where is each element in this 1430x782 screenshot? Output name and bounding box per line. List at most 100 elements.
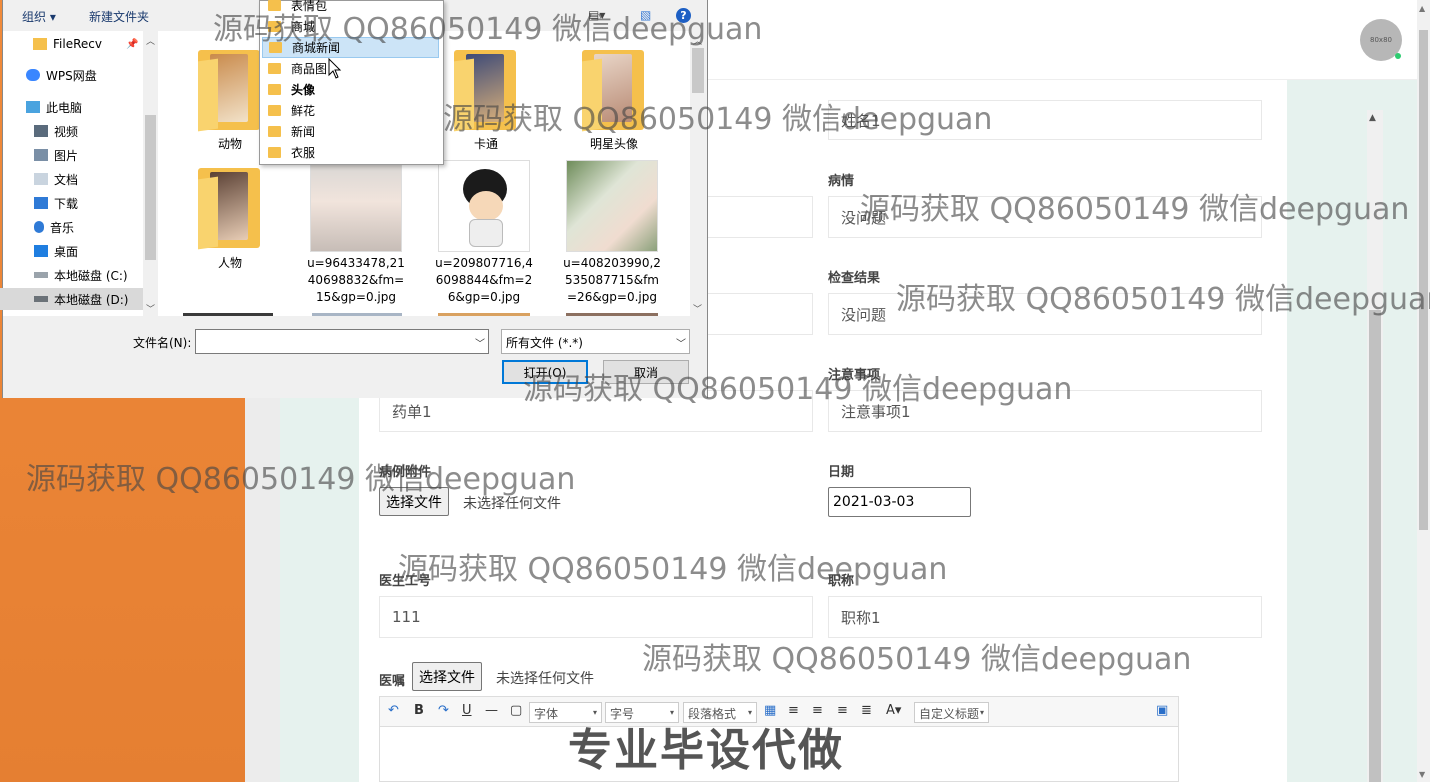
file-list-scrollbar-thumb[interactable] bbox=[692, 48, 704, 93]
nav-label: FileRecv bbox=[53, 37, 102, 51]
nav-scroll-down-icon[interactable]: ﹀ bbox=[146, 302, 155, 315]
image-thumbnail[interactable] bbox=[438, 160, 530, 252]
fullscreen-icon[interactable]: ▣ bbox=[1156, 703, 1168, 718]
title-value: 职称1 bbox=[841, 608, 881, 627]
organize-button[interactable]: 组织 ▾ bbox=[22, 8, 56, 25]
dropdown-item[interactable]: 新闻 bbox=[262, 121, 439, 142]
file-item-label[interactable]: 明星头像 bbox=[554, 136, 674, 153]
folder-icon bbox=[268, 147, 281, 158]
folder-icon bbox=[268, 84, 281, 95]
redo-icon[interactable]: ↷ bbox=[438, 703, 449, 718]
underline-button[interactable]: U bbox=[462, 703, 472, 718]
scroll-up-arrow-icon[interactable]: ▲ bbox=[1369, 113, 1376, 123]
nav-label: 图片 bbox=[54, 148, 79, 163]
dropdown-item[interactable]: 头像 bbox=[262, 79, 439, 100]
filetype-select[interactable]: 所有文件 (*.*) bbox=[501, 329, 690, 354]
nav-label: 音乐 bbox=[50, 220, 75, 235]
nav-item-drive-d[interactable]: 本地磁盘 (D:) bbox=[0, 288, 143, 310]
nav-item-this-pc[interactable]: 此电脑 bbox=[0, 96, 143, 118]
image-thumbnail[interactable] bbox=[310, 160, 402, 252]
nav-item-desktop[interactable]: 桌面 bbox=[0, 240, 143, 262]
video-icon bbox=[34, 125, 48, 137]
date-value: 2021-03-03 bbox=[833, 494, 915, 510]
date-label: 日期 bbox=[828, 465, 855, 480]
nav-item-downloads[interactable]: 下载 bbox=[0, 192, 143, 214]
condition-label: 病情 bbox=[828, 174, 855, 189]
folder-thumbnail[interactable] bbox=[198, 168, 260, 250]
online-status-dot bbox=[1395, 53, 1401, 59]
advice-no-file-text: 未选择任何文件 bbox=[496, 671, 594, 687]
dropdown-item[interactable]: 衣服 bbox=[262, 142, 439, 163]
watermark-text: 源码获取 QQ86050149 微信deepguan bbox=[398, 552, 948, 587]
avatar-placeholder-text: 80x80 bbox=[1370, 36, 1392, 44]
font-select-text: 字体 bbox=[534, 707, 559, 721]
form-scrollbar-thumb[interactable] bbox=[1369, 310, 1381, 782]
watermark-text: 源码获取 QQ86050149 微信deepguan bbox=[523, 372, 1073, 407]
chevron-down-icon[interactable]: ﹀ bbox=[475, 335, 485, 350]
nav-label: 文档 bbox=[54, 172, 79, 187]
bold-button[interactable]: B bbox=[414, 703, 424, 718]
watermark-banner: 专业毕设代做 bbox=[568, 725, 844, 776]
title-input[interactable]: 职称1 bbox=[828, 596, 1262, 638]
nav-item-music[interactable]: 音乐 bbox=[0, 216, 143, 238]
undo-icon[interactable]: ↶ bbox=[388, 703, 399, 718]
font-color-letter: A bbox=[886, 703, 895, 718]
custom-heading-text: 自定义标题 bbox=[919, 707, 980, 721]
watermark-text: 源码获取 QQ86050149 微信deepguan bbox=[896, 282, 1430, 317]
navigation-scrollbar-thumb[interactable] bbox=[145, 115, 156, 260]
file-item-label[interactable]: u=209807716,4 6098844&fm=2 6&gp=0.jpg bbox=[424, 255, 544, 306]
dropdown-item[interactable]: 商品图 bbox=[262, 58, 439, 79]
font-color-button[interactable]: A▾ bbox=[886, 703, 901, 718]
cloud-icon bbox=[26, 69, 40, 81]
custom-heading-select[interactable]: 自定义标题 ▾ bbox=[914, 702, 989, 723]
nav-item-wps-cloud[interactable]: WPS网盘 bbox=[0, 64, 143, 86]
nav-label: 此电脑 bbox=[46, 100, 83, 115]
mouse-cursor-icon bbox=[328, 58, 342, 79]
nav-scroll-up-icon[interactable]: ︿ bbox=[146, 34, 155, 47]
download-icon bbox=[34, 197, 48, 209]
filename-input[interactable] bbox=[195, 329, 489, 354]
nav-item-drive-c[interactable]: 本地磁盘 (C:) bbox=[0, 264, 143, 286]
nav-item-documents[interactable]: 文档 bbox=[0, 168, 143, 190]
image-thumbnail[interactable] bbox=[566, 160, 658, 252]
chevron-down-icon[interactable]: ﹀ bbox=[676, 335, 686, 350]
drive-icon bbox=[34, 296, 48, 302]
nav-item-filerecv[interactable]: FileRecv 📌 bbox=[0, 33, 143, 55]
watermark-text: 源码获取 QQ86050149 微信deepguan bbox=[213, 12, 763, 47]
justify-icon[interactable]: ≣ bbox=[861, 703, 872, 718]
advice-label: 医嘱 bbox=[379, 674, 406, 689]
folder-icon bbox=[268, 126, 281, 137]
doctor-id-input[interactable]: 111 bbox=[379, 596, 813, 638]
nav-label: 本地磁盘 (D:) bbox=[54, 292, 129, 307]
nav-item-pictures[interactable]: 图片 bbox=[0, 144, 143, 166]
page-scroll-up-icon[interactable]: ▲ bbox=[1419, 4, 1425, 13]
nav-label: 下载 bbox=[54, 196, 79, 211]
file-item-label[interactable]: u=408203990,2 535087715&fm =26&gp=0.jpg bbox=[552, 255, 672, 306]
chevron-down-icon: ▾ bbox=[979, 708, 984, 717]
nav-label: 视频 bbox=[54, 124, 79, 139]
watermark-text: 源码获取 QQ86050149 微信deepguan bbox=[642, 642, 1192, 677]
date-input[interactable]: 2021-03-03 bbox=[828, 487, 971, 517]
file-scroll-down-icon[interactable]: ﹀ bbox=[693, 302, 702, 315]
doctor-id-value: 111 bbox=[392, 608, 421, 626]
nav-label: 本地磁盘 (C:) bbox=[54, 268, 128, 283]
new-folder-button[interactable]: 新建文件夹 bbox=[89, 8, 149, 25]
folder-thumbnail[interactable] bbox=[198, 50, 260, 132]
prescription-value: 药单1 bbox=[392, 402, 432, 421]
dropdown-item[interactable]: 鲜花 bbox=[262, 100, 439, 121]
horizontal-rule-icon[interactable]: — bbox=[485, 703, 498, 718]
page-icon[interactable]: ▢ bbox=[510, 703, 522, 718]
computer-icon bbox=[26, 101, 40, 113]
nav-label: WPS网盘 bbox=[46, 68, 97, 83]
file-item-label[interactable]: u=96433478,21 40698832&fm= 15&gp=0.jpg bbox=[296, 255, 416, 306]
nav-label: 桌面 bbox=[54, 244, 79, 259]
folder-icon bbox=[268, 105, 281, 116]
nav-item-videos[interactable]: 视频 bbox=[0, 120, 143, 142]
advice-choose-file-button[interactable]: 选择文件 bbox=[412, 662, 482, 691]
music-icon bbox=[34, 221, 44, 233]
file-item-label[interactable]: 卡通 bbox=[426, 136, 546, 153]
file-item-label[interactable]: 人物 bbox=[170, 255, 290, 272]
folder-icon bbox=[33, 38, 47, 50]
document-icon bbox=[34, 173, 48, 185]
page-scroll-down-icon[interactable]: ▼ bbox=[1419, 770, 1425, 779]
